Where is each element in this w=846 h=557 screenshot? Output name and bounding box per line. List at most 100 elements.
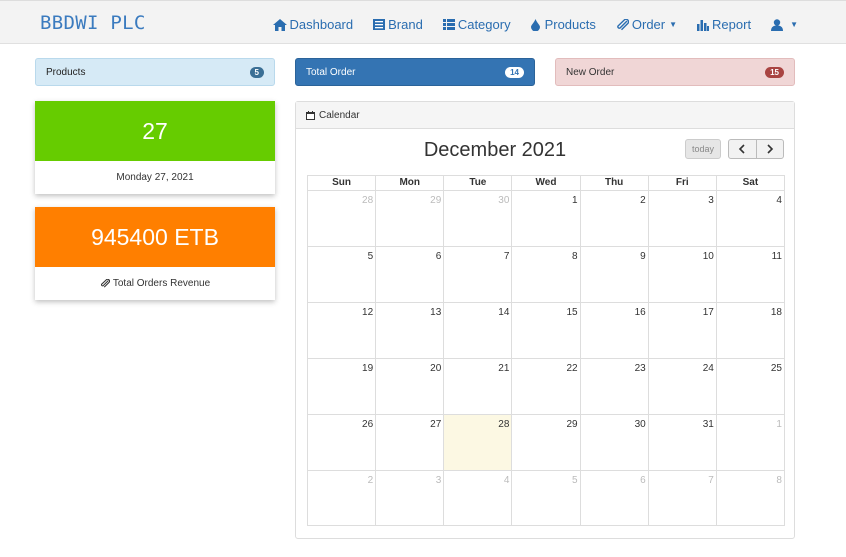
calendar-week-row: 19 20 21 22 23 24 25 <box>307 358 785 414</box>
total-order-panel-label: Total Order <box>306 66 356 78</box>
calendar-day-cell[interactable]: 20 <box>375 359 443 414</box>
next-month-button[interactable] <box>757 140 784 158</box>
weekday-header: Thu <box>579 176 648 190</box>
calendar-day-cell[interactable]: 24 <box>647 359 716 414</box>
calendar-day-cell[interactable]: 6 <box>375 247 443 302</box>
calendar-day-cell[interactable]: 28 <box>443 415 512 470</box>
calendar-day-cell[interactable]: 2 <box>308 471 375 525</box>
calendar-day-cell[interactable]: 1 <box>715 415 784 470</box>
brand-logo[interactable]: BBDWI PLC <box>40 12 146 34</box>
prev-month-button[interactable] <box>729 140 757 158</box>
calendar-day-cell[interactable]: 11 <box>715 247 784 302</box>
calendar-day-cell[interactable]: 5 <box>308 247 375 302</box>
calendar-day-cell[interactable]: 12 <box>308 303 375 358</box>
new-order-panel[interactable]: New Order 15 <box>555 58 795 86</box>
calendar-day-cell[interactable]: 14 <box>443 303 511 358</box>
nav-category[interactable]: Category <box>442 17 511 32</box>
products-panel-label: Products <box>46 66 86 78</box>
nav-products-label: Products <box>544 17 596 32</box>
bar-chart-icon <box>697 19 710 31</box>
calendar-day-cell[interactable]: 16 <box>579 303 648 358</box>
drop-icon <box>530 18 540 31</box>
nav-order-label: Order <box>631 17 666 32</box>
calendar-day-cell[interactable]: 22 <box>511 359 579 414</box>
weekday-header: Tue <box>443 176 511 190</box>
calendar-weeks: 28 29 30 1 2 3 4 5 6 7 8 9 10 11 12 13 14 15 16 17 18 19 20 21 2… <box>307 190 785 526</box>
nav-user-menu[interactable]: ▼ <box>771 17 798 32</box>
calendar-day-cell[interactable]: 28 <box>308 191 375 246</box>
calendar-day-cell[interactable]: 8 <box>715 471 784 525</box>
calendar-day-cell[interactable]: 4 <box>443 471 511 525</box>
calendar-day-cell[interactable]: 5 <box>511 471 579 525</box>
calendar-day-cell[interactable]: 17 <box>647 303 716 358</box>
calendar-day-cell[interactable]: 7 <box>443 247 511 302</box>
total-order-count-badge: 14 <box>505 66 524 78</box>
navbar: BBDWI PLC Dashboard Brand Category Produ… <box>0 0 846 44</box>
calendar-day-cell[interactable]: 10 <box>647 247 716 302</box>
calendar-day-cell[interactable]: 3 <box>647 191 716 246</box>
calendar-panel: Calendar December 2021 today Sun Mon Tue We… <box>295 101 795 539</box>
user-icon <box>771 18 784 31</box>
date-card: 27 Monday 27, 2021 <box>35 101 275 194</box>
calendar-day-cell[interactable]: 9 <box>579 247 648 302</box>
weekday-header: Sat <box>715 176 784 190</box>
revenue-card-footer: Total Orders Revenue <box>35 267 275 300</box>
calendar-day-cell[interactable]: 30 <box>579 415 648 470</box>
calendar-day-cell[interactable]: 25 <box>715 359 784 414</box>
date-card-value: 27 <box>35 101 275 161</box>
new-order-count-badge: 15 <box>765 66 784 78</box>
weekday-header: Fri <box>647 176 716 190</box>
nav-order[interactable]: Order ▼ <box>616 17 677 32</box>
total-order-panel[interactable]: Total Order 14 <box>295 58 535 86</box>
calendar-day-cell[interactable]: 18 <box>715 303 784 358</box>
list-alt-icon <box>373 19 386 30</box>
nav-report[interactable]: Report <box>697 17 751 32</box>
calendar-day-cell[interactable]: 2 <box>579 191 648 246</box>
paperclip-icon <box>617 18 629 30</box>
nav-category-label: Category <box>457 17 511 32</box>
calendar-day-cell[interactable]: 27 <box>375 415 443 470</box>
paperclip-icon <box>100 279 110 288</box>
calendar-day-cell[interactable]: 19 <box>308 359 375 414</box>
nav-brand-label: Brand <box>388 17 423 32</box>
calendar-icon <box>306 110 315 120</box>
today-button[interactable]: today <box>685 139 721 159</box>
calendar-day-cell[interactable]: 13 <box>375 303 443 358</box>
calendar-week-row: 5 6 7 8 9 10 11 <box>307 246 785 302</box>
home-icon <box>272 18 287 31</box>
revenue-card-label: Total Orders Revenue <box>112 278 211 289</box>
calendar-week-row: 2345678 <box>307 470 785 526</box>
weekday-header: Sun <box>332 177 352 188</box>
calendar-day-cell[interactable]: 23 <box>579 359 648 414</box>
products-count-badge: 5 <box>249 66 264 78</box>
chevron-down-icon: ▼ <box>669 20 678 29</box>
weekday-header: Wed <box>511 176 579 190</box>
nav-products[interactable]: Products <box>530 17 596 32</box>
calendar-day-cell[interactable]: 6 <box>579 471 648 525</box>
calendar-day-cell[interactable]: 3 <box>375 471 443 525</box>
calendar-day-cell[interactable]: 30 <box>443 191 511 246</box>
calendar-grid: Sun Mon Tue Wed Thu Fri Sat 28 29 30 1 2 3 4 5 6 7 8 9 10 1… <box>307 175 785 526</box>
calendar-day-cell[interactable]: 29 <box>375 191 443 246</box>
nav-menu: Dashboard Brand Category Products Order … <box>253 17 798 32</box>
calendar-day-cell[interactable]: 8 <box>511 247 579 302</box>
calendar-day-cell[interactable]: 29 <box>511 415 579 470</box>
calendar-panel-title: Calendar <box>319 109 360 121</box>
calendar-week-row: 12 13 14 15 16 17 18 <box>307 302 785 358</box>
calendar-day-cell[interactable]: 31 <box>647 415 716 470</box>
revenue-card: 945400 ETB Total Orders Revenue <box>35 207 275 300</box>
calendar-day-cell[interactable]: 21 <box>443 359 511 414</box>
chevron-right-icon <box>767 144 773 154</box>
nav-dashboard[interactable]: Dashboard <box>272 17 353 32</box>
chevron-down-icon: ▼ <box>790 20 798 29</box>
nav-brand[interactable]: Brand <box>373 17 423 32</box>
calendar-day-cell[interactable]: 26 <box>308 415 375 470</box>
calendar-day-cell[interactable]: 4 <box>715 191 784 246</box>
calendar-day-cell[interactable]: 7 <box>647 471 716 525</box>
calendar-day-cell[interactable]: 1 <box>511 191 579 246</box>
calendar-day-cell[interactable]: 15 <box>511 303 579 358</box>
calendar-nav-buttons <box>728 139 784 159</box>
products-panel[interactable]: Products 5 <box>35 58 275 86</box>
calendar-panel-header: Calendar <box>296 102 794 129</box>
chevron-left-icon <box>739 144 745 154</box>
